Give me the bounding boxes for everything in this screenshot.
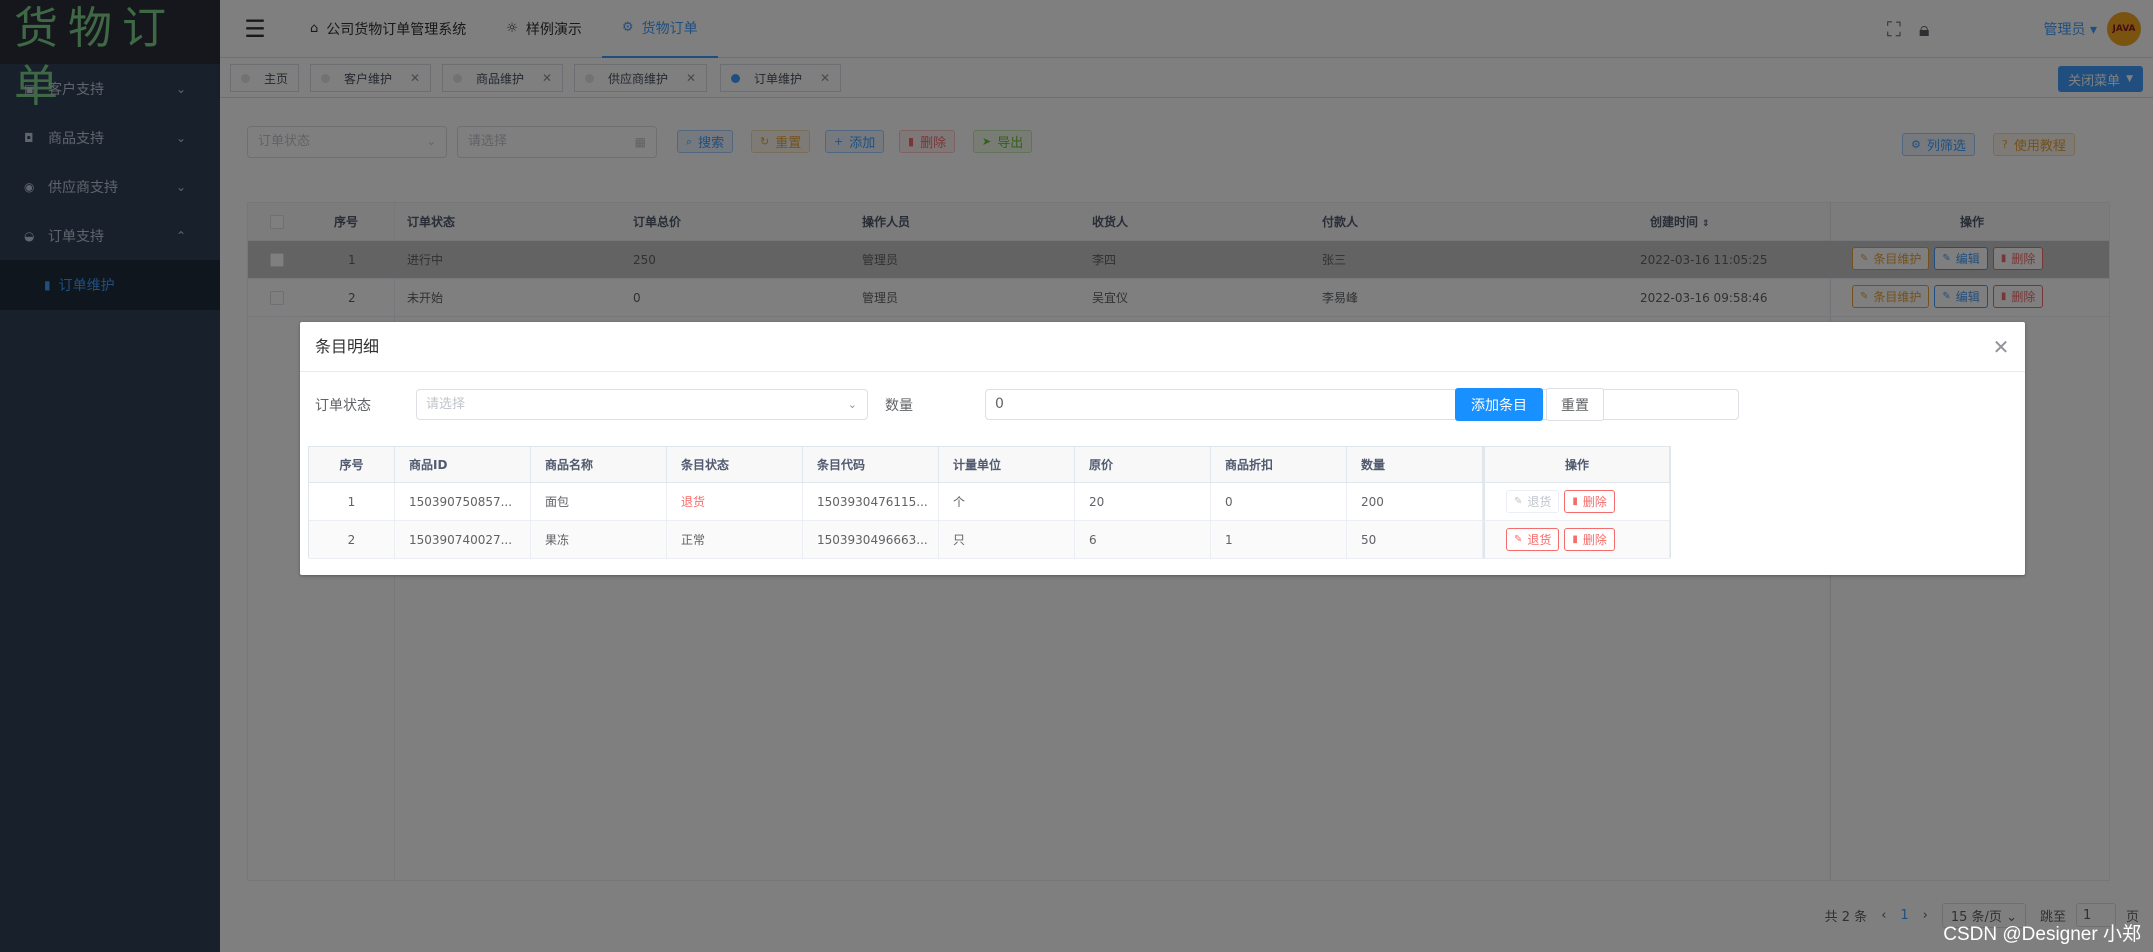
item-delete-label: 删除: [1582, 495, 1607, 509]
item-cell-product-id: 150390750857...: [395, 483, 531, 521]
add-item-button[interactable]: 添加条目: [1455, 388, 1543, 421]
item-table: 序号 商品ID 商品名称 条目状态 条目代码 计量单位 原价 商品折扣 数量 操…: [308, 446, 1671, 559]
dialog-title: 条目明细: [315, 337, 380, 356]
item-header-name: 商品名称: [531, 447, 667, 483]
item-cell-no: 1: [309, 483, 395, 521]
dialog-header: 条目明细 ✕: [300, 322, 2025, 372]
item-status-placeholder: 请选择: [426, 397, 466, 412]
item-delete-button[interactable]: ▮ 删除: [1564, 528, 1615, 551]
item-cell-discount: 1: [1211, 521, 1347, 559]
dialog-reset-button[interactable]: 重置: [1546, 388, 1604, 421]
item-status-select[interactable]: 请选择 ⌄: [416, 389, 868, 420]
item-header-discount: 商品折扣: [1211, 447, 1347, 483]
item-header-code: 条目代码: [803, 447, 939, 483]
return-button[interactable]: ✎ 退货: [1506, 528, 1560, 551]
trash-icon: ▮: [1572, 496, 1578, 507]
watermark: CSDN @Designer 小郑: [1943, 924, 2141, 945]
edit-icon: ✎: [1514, 496, 1523, 507]
item-delete-label: 删除: [1582, 533, 1607, 547]
trash-icon: ▮: [1572, 534, 1578, 545]
item-header-no: 序号: [309, 447, 395, 483]
item-cell-qty: 200: [1347, 483, 1483, 521]
item-cell-discount: 0: [1211, 483, 1347, 521]
status-label: 订单状态: [315, 398, 371, 414]
item-cell-price: 20: [1075, 483, 1211, 521]
item-detail-dialog: 条目明细 ✕ 订单状态 请选择 ⌄ 数量 0 添加条目 重置 序号 商品ID 商…: [300, 322, 2025, 575]
item-header-qty: 数量: [1347, 447, 1483, 483]
item-header-ops: 操作: [1483, 447, 1670, 483]
item-row-actions: ✎ 退货 ▮ 删除: [1506, 490, 1615, 513]
item-delete-button[interactable]: ▮ 删除: [1564, 490, 1615, 513]
quantity-label: 数量: [885, 398, 913, 414]
quantity-input[interactable]: 0: [985, 389, 1739, 420]
item-header-unit: 计量单位: [939, 447, 1075, 483]
item-cell-no: 2: [309, 521, 395, 559]
return-button[interactable]: ✎ 退货: [1506, 490, 1560, 513]
item-cell-code: 1503930496663...: [803, 521, 939, 559]
item-cell-product-id: 150390740027...: [395, 521, 531, 559]
chevron-down-icon: ⌄: [847, 398, 857, 411]
return-label: 退货: [1527, 495, 1552, 509]
item-cell-name: 果冻: [531, 521, 667, 559]
item-cell-code: 1503930476115...: [803, 483, 939, 521]
item-cell-status: 退货: [667, 483, 803, 521]
item-header-status: 条目状态: [667, 447, 803, 483]
item-cell-name: 面包: [531, 483, 667, 521]
edit-icon: ✎: [1514, 534, 1523, 545]
item-row-actions: ✎ 退货 ▮ 删除: [1506, 528, 1615, 551]
item-cell-unit: 个: [939, 483, 1075, 521]
close-icon[interactable]: ✕: [1989, 335, 2013, 359]
return-label: 退货: [1527, 533, 1552, 547]
item-cell-price: 6: [1075, 521, 1211, 559]
item-cell-status: 正常: [667, 521, 803, 559]
item-header-price: 原价: [1075, 447, 1211, 483]
item-cell-unit: 只: [939, 521, 1075, 559]
item-cell-qty: 50: [1347, 521, 1483, 559]
item-header-product-id: 商品ID: [395, 447, 531, 483]
